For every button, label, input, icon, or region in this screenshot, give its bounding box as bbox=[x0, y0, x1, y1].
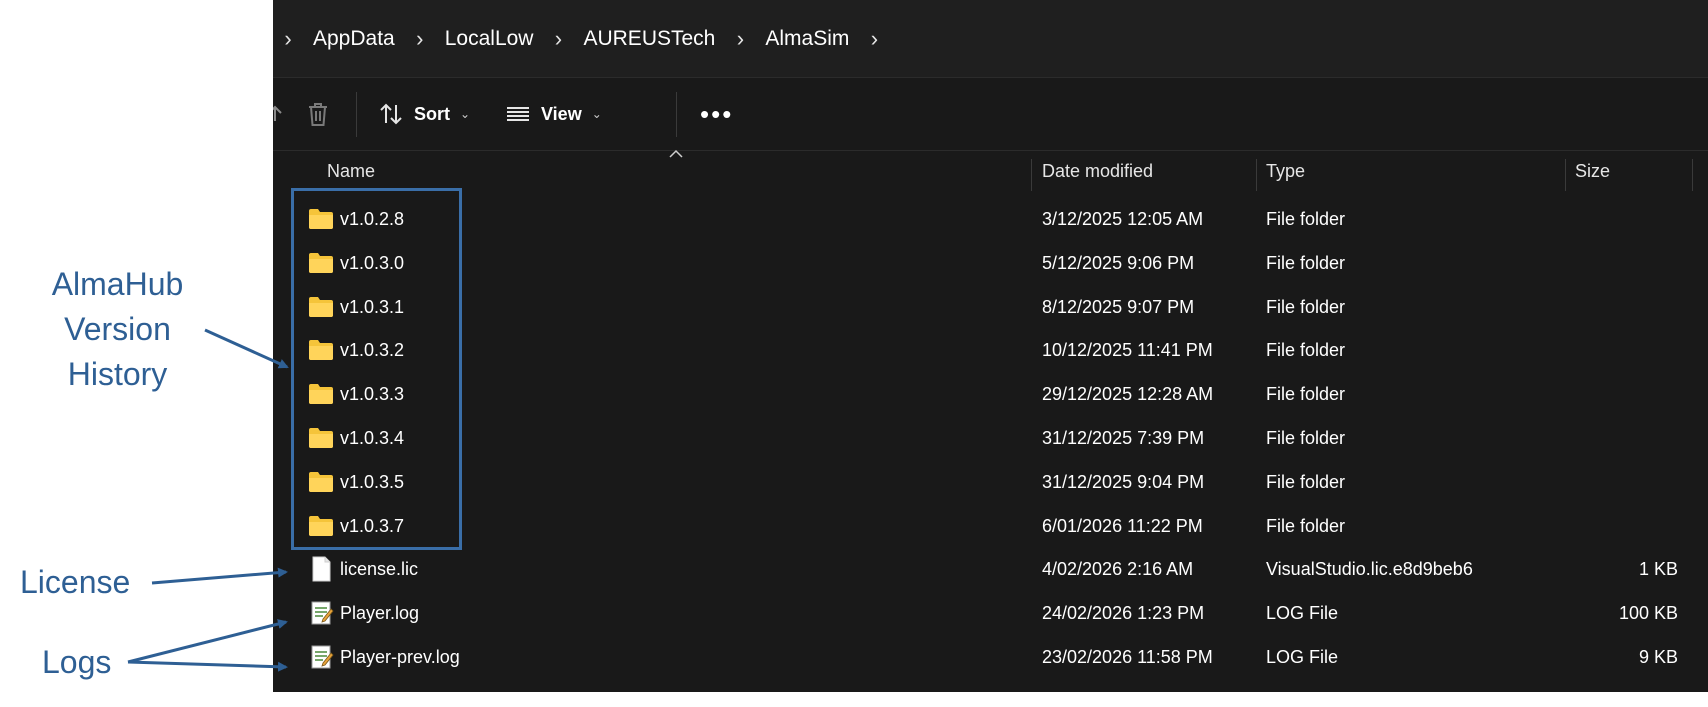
version-folders-highlight-box bbox=[291, 188, 462, 550]
file-type: File folder bbox=[1266, 471, 1346, 492]
chevron-right-icon[interactable]: › bbox=[859, 26, 889, 52]
date-modified: 3/12/2025 12:05 AM bbox=[1042, 209, 1204, 229]
more-options-button[interactable]: ••• bbox=[700, 94, 733, 134]
column-header-type[interactable]: Type bbox=[1266, 151, 1466, 191]
toolbar-divider bbox=[676, 92, 677, 137]
file-type: File folder bbox=[1266, 428, 1346, 448]
version-history-annotation: AlmaHub Version History bbox=[20, 262, 215, 397]
annotation-line: AlmaHub bbox=[51, 266, 184, 302]
table-row[interactable]: v1.0.3.3 29/12/2025 12:28 AM File folder bbox=[273, 372, 1708, 416]
sort-indicator-icon bbox=[669, 149, 683, 158]
arrow-to-license bbox=[151, 567, 288, 585]
log-file-icon bbox=[311, 645, 334, 669]
date-modified: 8/12/2025 9:07 PM bbox=[1042, 296, 1195, 317]
date-modified: 29/12/2025 12:28 AM bbox=[1042, 384, 1214, 405]
license-annotation: License bbox=[20, 564, 131, 600]
file-explorer-window: › AppData › LocalLow › AUREUSTech › Alma… bbox=[273, 0, 1708, 692]
annotation-line: History bbox=[67, 356, 168, 392]
date-modified: 23/02/2026 11:58 PM bbox=[1042, 647, 1213, 667]
file-type: LOG File bbox=[1266, 647, 1339, 667]
file-name: Player-prev.log bbox=[340, 647, 460, 667]
log-file-icon bbox=[311, 601, 334, 625]
column-header-name[interactable]: Name bbox=[327, 151, 727, 191]
column-separator[interactable] bbox=[1256, 159, 1257, 191]
table-row[interactable]: v1.0.3.1 8/12/2025 9:07 PM File folder bbox=[273, 285, 1708, 329]
file-list: Name Date modified Type Size v1.0.2.8 3/1… bbox=[273, 149, 1708, 692]
arrow-to-player-log bbox=[127, 619, 288, 664]
table-row[interactable]: v1.0.3.5 31/12/2025 9:04 PM File folder bbox=[273, 460, 1708, 504]
arrow-to-player-prev-log bbox=[127, 660, 288, 672]
file-type: File folder bbox=[1266, 384, 1346, 405]
table-row[interactable]: v1.0.3.7 6/01/2026 11:22 PM File folder bbox=[273, 504, 1708, 548]
table-row[interactable]: v1.0.3.2 10/12/2025 11:41 PM File folder bbox=[273, 328, 1708, 372]
file-type: File folder bbox=[1266, 296, 1346, 317]
column-header-date[interactable]: Date modified bbox=[1042, 151, 1242, 191]
file-type: File folder bbox=[1266, 340, 1346, 361]
annotation-line: Version bbox=[64, 311, 171, 347]
file-type: File folder bbox=[1266, 209, 1346, 229]
date-modified: 24/02/2026 1:23 PM bbox=[1042, 603, 1205, 624]
breadcrumb-item-aureustech[interactable]: AUREUSTech bbox=[573, 27, 725, 51]
address-bar[interactable]: › AppData › LocalLow › AUREUSTech › Alma… bbox=[273, 0, 1708, 78]
chevron-right-icon[interactable]: › bbox=[405, 26, 435, 52]
sort-button[interactable]: Sort ⌄ bbox=[378, 94, 470, 134]
file-type: LOG File bbox=[1266, 603, 1339, 624]
delete-button[interactable] bbox=[305, 94, 331, 134]
table-row[interactable]: v1.0.3.4 31/12/2025 7:39 PM File folder bbox=[273, 416, 1708, 460]
table-row[interactable]: Player.log 24/02/2026 1:23 PM LOG File 100 … bbox=[273, 591, 1708, 635]
view-label: View bbox=[541, 103, 582, 124]
file-type: File folder bbox=[1266, 252, 1346, 273]
breadcrumb-item-locallow[interactable]: LocalLow bbox=[435, 27, 544, 51]
date-modified: 10/12/2025 11:41 PM bbox=[1042, 340, 1213, 361]
sort-label: Sort bbox=[414, 103, 450, 124]
sort-arrows-icon bbox=[380, 103, 402, 125]
file-name: Player.log bbox=[340, 603, 420, 624]
file-name: license.lic bbox=[340, 559, 419, 580]
ellipsis-icon: ••• bbox=[700, 98, 734, 129]
breadcrumb-item-almasim[interactable]: AlmaSim bbox=[755, 27, 859, 51]
column-separator[interactable] bbox=[1692, 159, 1693, 191]
table-row[interactable]: v1.0.2.8 3/12/2025 12:05 AM File folder bbox=[273, 197, 1708, 241]
date-modified: 6/01/2026 11:22 PM bbox=[1042, 515, 1203, 536]
share-button[interactable] bbox=[273, 94, 291, 134]
file-size: 100 KB bbox=[1618, 603, 1678, 624]
column-header-size[interactable]: Size bbox=[1575, 151, 1675, 191]
column-separator[interactable] bbox=[1565, 159, 1566, 191]
file-type: File folder bbox=[1266, 515, 1346, 536]
chevron-right-icon[interactable]: › bbox=[273, 26, 303, 52]
file-size: 9 KB bbox=[1638, 647, 1678, 667]
breadcrumb-item-appdata[interactable]: AppData bbox=[303, 27, 405, 51]
table-row[interactable]: Player-prev.log 23/02/2026 11:58 PM LOG Fi… bbox=[273, 635, 1708, 679]
column-separator[interactable] bbox=[1031, 159, 1032, 191]
view-button[interactable]: View ⌄ bbox=[505, 94, 602, 134]
list-view-icon bbox=[507, 107, 529, 121]
file-size: 1 KB bbox=[1638, 559, 1678, 580]
trash-icon bbox=[309, 103, 327, 126]
chevron-down-icon: ⌄ bbox=[591, 107, 602, 121]
chevron-right-icon[interactable]: › bbox=[543, 26, 573, 52]
table-row[interactable]: license.lic 4/02/2026 2:16 AM VisualStudio… bbox=[273, 547, 1708, 591]
chevron-right-icon[interactable]: › bbox=[725, 26, 755, 52]
share-icon bbox=[273, 105, 282, 121]
file-type: VisualStudio.lic.e8d9beb6 bbox=[1266, 559, 1473, 580]
file-icon bbox=[312, 556, 331, 582]
date-modified: 31/12/2025 9:04 PM bbox=[1042, 471, 1205, 492]
command-bar: Sort ⌄ View ⌄ ••• bbox=[273, 78, 1708, 151]
table-row[interactable]: v1.0.3.0 5/12/2025 9:06 PM File folder bbox=[273, 241, 1708, 285]
logs-annotation: Logs bbox=[42, 644, 112, 680]
date-modified: 5/12/2025 9:06 PM bbox=[1042, 252, 1195, 273]
chevron-down-icon: ⌄ bbox=[460, 107, 471, 121]
breadcrumb: › AppData › LocalLow › AUREUSTech › Alma… bbox=[273, 0, 889, 77]
date-modified: 31/12/2025 7:39 PM bbox=[1042, 428, 1205, 448]
toolbar-divider bbox=[356, 92, 357, 137]
date-modified: 4/02/2026 2:16 AM bbox=[1042, 559, 1194, 580]
